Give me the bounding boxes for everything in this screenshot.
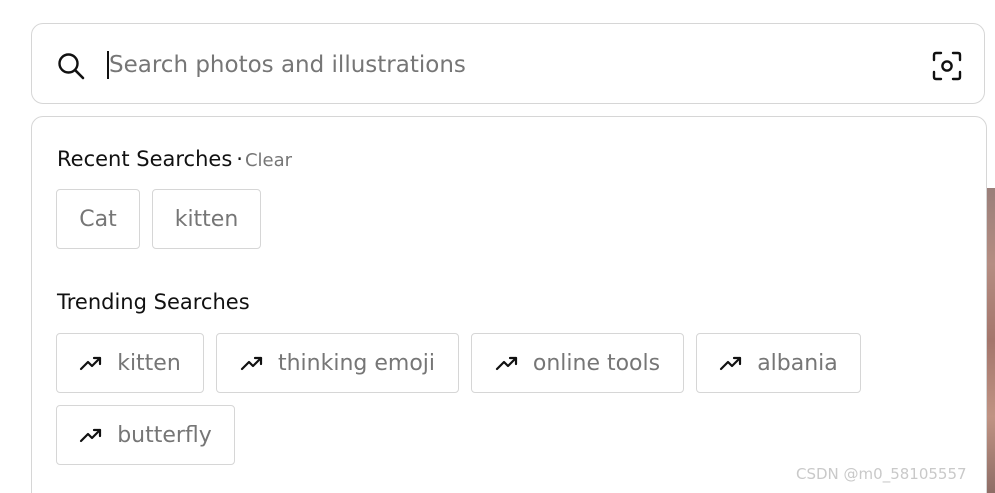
clear-recent-link[interactable]: Clear (245, 150, 292, 171)
chip-label: Cat (79, 206, 117, 232)
search-icon (58, 53, 85, 80)
chip-label: thinking emoji (277, 350, 436, 376)
chip-label: albania (757, 350, 838, 376)
search-suggestions-dropdown: Recent Searches · Clear Cat kitten Trendin… (31, 116, 987, 493)
trending-chip-albania[interactable]: albania (696, 333, 861, 393)
recent-search-chip-kitten[interactable]: kitten (152, 189, 261, 249)
recent-search-chip-cat[interactable]: Cat (56, 189, 140, 249)
page: Recent Searches·Clear Cat kitten Trendin… (0, 0, 995, 493)
trending-chip-thinking-emoji[interactable]: thinking emoji (216, 333, 459, 393)
chip-label: butterfly (117, 422, 212, 448)
trending-chip-kitten[interactable]: kitten (56, 333, 204, 393)
visual-search-icon[interactable] (931, 50, 963, 82)
chip-label: online tools (532, 350, 661, 376)
search-bar[interactable] (31, 23, 985, 104)
watermark: CSDN @m0_58105557 (796, 465, 967, 483)
trending-up-icon (240, 356, 263, 371)
trending-up-icon (720, 356, 742, 371)
trending-chip-online-tools[interactable]: online tools (471, 333, 684, 393)
recent-searches-header: Recent Searches · Clear (57, 147, 292, 171)
search-input[interactable] (109, 44, 889, 86)
trending-chip-butterfly[interactable]: butterfly (56, 405, 235, 465)
recent-searches-title: Recent Searches (57, 147, 233, 171)
trending-up-icon (80, 356, 102, 371)
trending-up-icon (495, 356, 517, 371)
trending-searches-title: Trending Searches (57, 290, 250, 314)
chip-label: kitten (174, 206, 239, 232)
header-separator: · (236, 147, 243, 171)
chip-label: kitten (117, 350, 181, 376)
trending-up-icon (80, 428, 102, 443)
